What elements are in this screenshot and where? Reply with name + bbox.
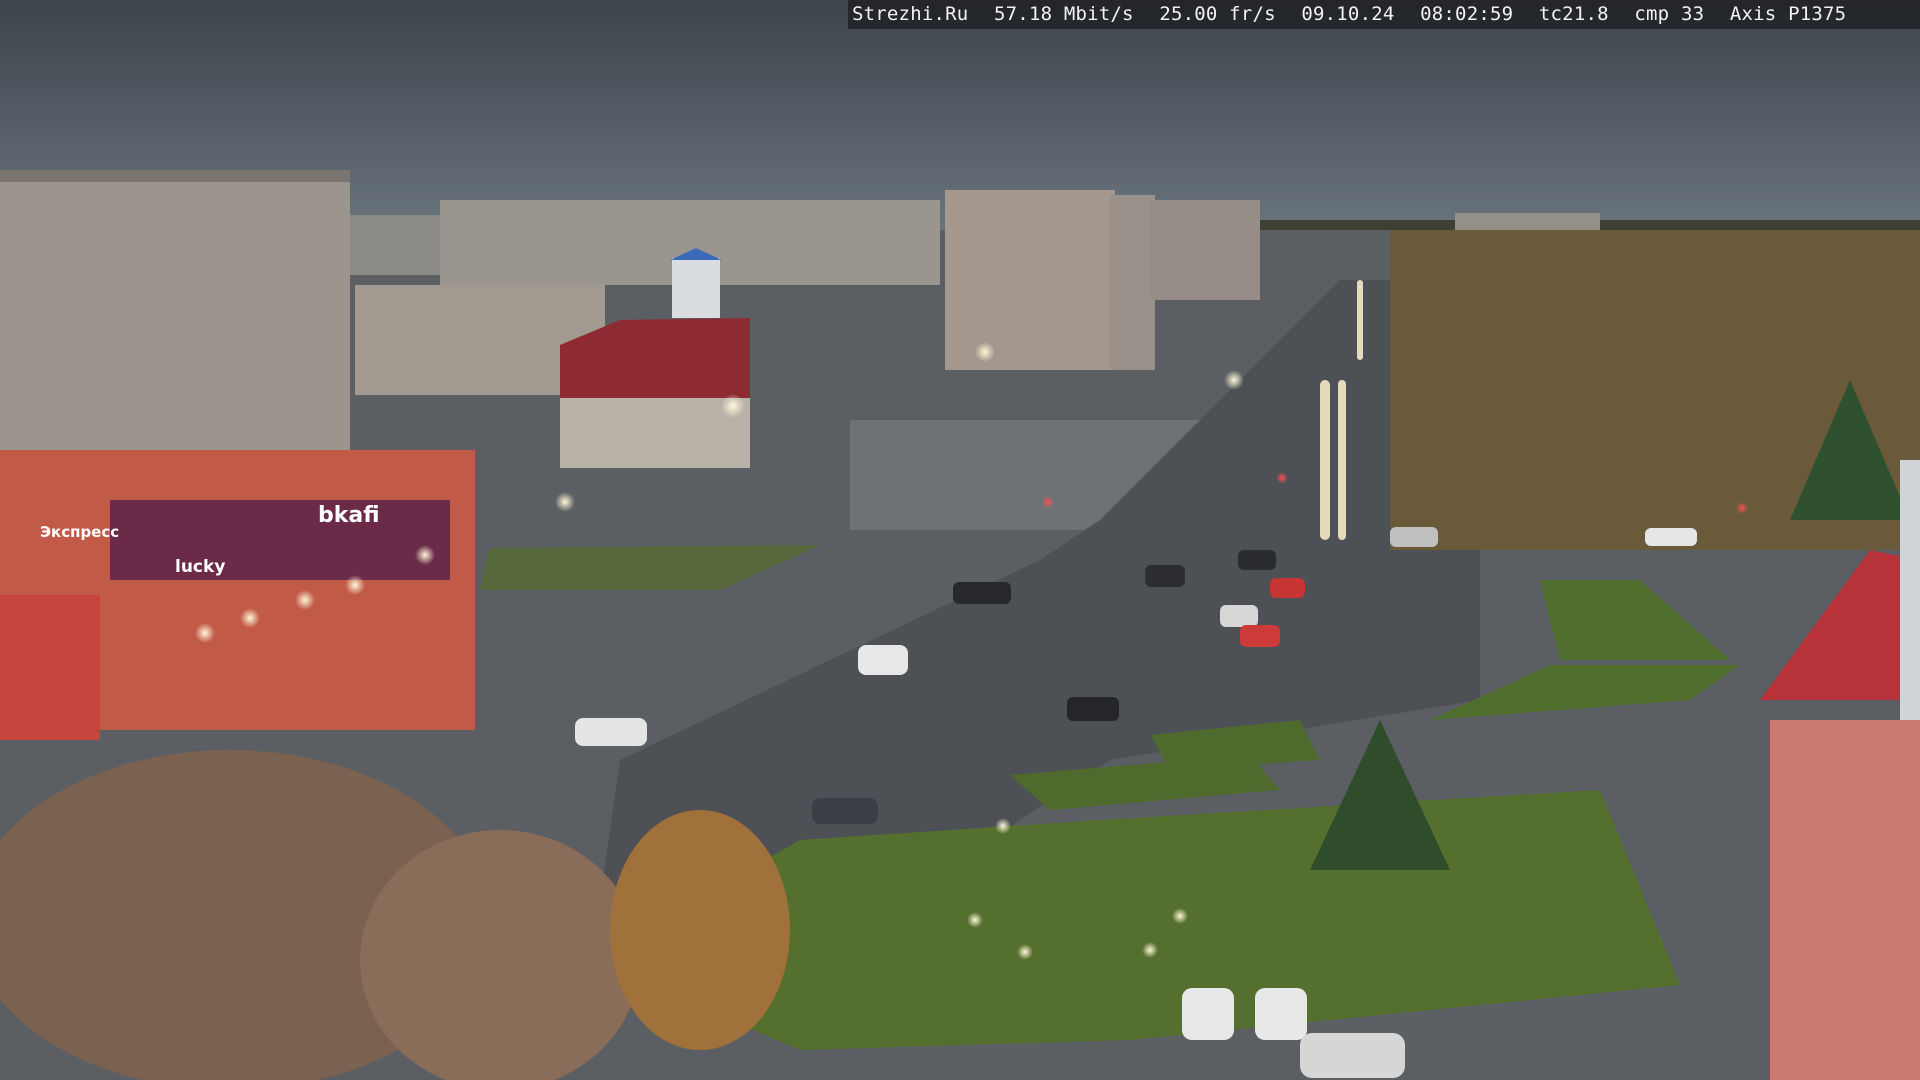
shop-sign-middle: lucky <box>175 557 225 577</box>
overlay-camera: Axis P1375 <box>1729 3 1847 25</box>
overlay-bitrate: 57.18 Mbit/s <box>994 3 1134 25</box>
overlay-site: Strezhi.Ru <box>852 3 969 25</box>
blue-roof-tower <box>672 258 720 318</box>
shop-sign-left: Экспресс <box>40 523 119 541</box>
overlay-framerate: 25.00 fr/s <box>1159 3 1276 25</box>
overlay-date: 09.10.24 <box>1301 3 1395 25</box>
red-roof-building <box>560 318 750 468</box>
overlay-tc: tc21.8 <box>1538 3 1609 25</box>
overlay-time: 08:02:59 <box>1420 3 1514 25</box>
shopping-center: Экспресс lucky bkafi <box>0 450 475 740</box>
shop-sign-right: bkafi <box>318 503 380 528</box>
camera-info-overlay: Strezhi.Ru 57.18 Mbit/s 25.00 fr/s 09.10… <box>848 0 1920 29</box>
street-scene: Экспресс lucky bkafi <box>0 0 1920 1080</box>
overlay-cmp: cmp 33 <box>1634 3 1705 25</box>
camera-view: Экспресс lucky bkafi Strezhi.Ru 57.18 Mb… <box>0 0 1920 1080</box>
